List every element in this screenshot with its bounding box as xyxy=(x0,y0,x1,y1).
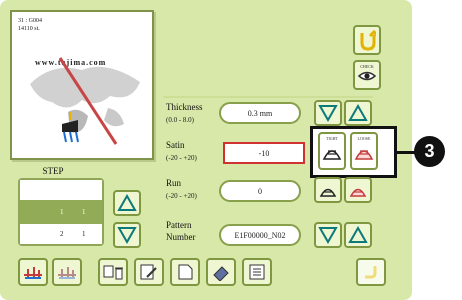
edit-icon xyxy=(140,264,157,280)
tajima-logo-icon xyxy=(24,267,42,279)
tight-stitch-icon xyxy=(319,188,337,197)
list-button[interactable] xyxy=(242,258,272,286)
step-row[interactable]: 1 1 xyxy=(20,200,102,224)
undo-button[interactable] xyxy=(353,25,381,55)
eye-icon xyxy=(358,71,376,81)
run-tight-button[interactable] xyxy=(314,177,342,203)
enter-icon xyxy=(365,266,377,279)
tight-button[interactable]: TIGHT xyxy=(318,132,346,170)
thickness-value-field[interactable]: 0.3 mm xyxy=(219,102,301,124)
step-row[interactable] xyxy=(20,180,102,200)
thickness-down-button[interactable] xyxy=(314,100,342,126)
document-icon xyxy=(178,264,193,280)
tajima-color-button[interactable] xyxy=(18,258,48,286)
triangle-up-icon xyxy=(117,194,137,211)
step-up-button[interactable] xyxy=(113,190,141,216)
satin-range: (-20 - +20) xyxy=(166,154,197,162)
tajima-gray-button[interactable] xyxy=(52,258,82,286)
run-label: Run xyxy=(166,178,182,188)
all-delete-button[interactable] xyxy=(98,258,128,286)
pattern-down-button[interactable] xyxy=(314,222,342,248)
enter-button[interactable] xyxy=(356,258,386,286)
trash-all-icon xyxy=(103,265,123,280)
triangle-up-icon xyxy=(348,226,368,243)
loose-button[interactable]: LOOSE xyxy=(350,132,378,170)
thickness-up-button[interactable] xyxy=(344,100,372,126)
check-button[interactable]: CHECK xyxy=(353,60,381,90)
pattern-label: Pattern xyxy=(166,220,192,230)
callout-badge: 3 xyxy=(414,136,445,167)
divider xyxy=(163,96,373,98)
pattern-label-2: Number xyxy=(166,232,196,242)
document-button[interactable] xyxy=(170,258,200,286)
tight-stitch-icon xyxy=(322,150,342,160)
pattern-number-field[interactable]: E1F00000_N02 xyxy=(219,224,301,246)
design-preview: 31 : G004 14110 st. www.tajima.com xyxy=(10,10,154,160)
satin-label: Satin xyxy=(166,140,185,150)
step-down-button[interactable] xyxy=(113,222,141,248)
triangle-down-icon xyxy=(318,227,338,244)
tajima-logo-icon xyxy=(58,267,76,279)
step-row[interactable]: 2 1 xyxy=(20,224,102,244)
run-range: (-20 - +20) xyxy=(166,192,197,200)
step-title: STEP xyxy=(42,166,64,176)
loose-stitch-icon xyxy=(349,188,367,197)
thickness-label: Thickness xyxy=(166,102,203,112)
undo-icon xyxy=(360,29,376,51)
eraser-icon xyxy=(213,266,229,281)
triangle-up-icon xyxy=(348,104,368,121)
edit-button[interactable] xyxy=(134,258,164,286)
step-list[interactable]: 1 1 2 1 xyxy=(18,178,104,246)
pattern-up-button[interactable] xyxy=(344,222,372,248)
satin-value-field[interactable]: -10 xyxy=(223,142,305,164)
list-icon xyxy=(249,264,265,280)
run-value-field[interactable]: 0 xyxy=(219,180,301,202)
triangle-down-icon xyxy=(117,227,137,244)
eraser-button[interactable] xyxy=(206,258,236,286)
thickness-range: (0.0 - 8.0) xyxy=(166,116,194,124)
triangle-down-icon xyxy=(318,105,338,122)
loose-stitch-icon xyxy=(354,150,374,160)
world-map-logo xyxy=(30,57,140,145)
run-loose-button[interactable] xyxy=(344,177,372,203)
